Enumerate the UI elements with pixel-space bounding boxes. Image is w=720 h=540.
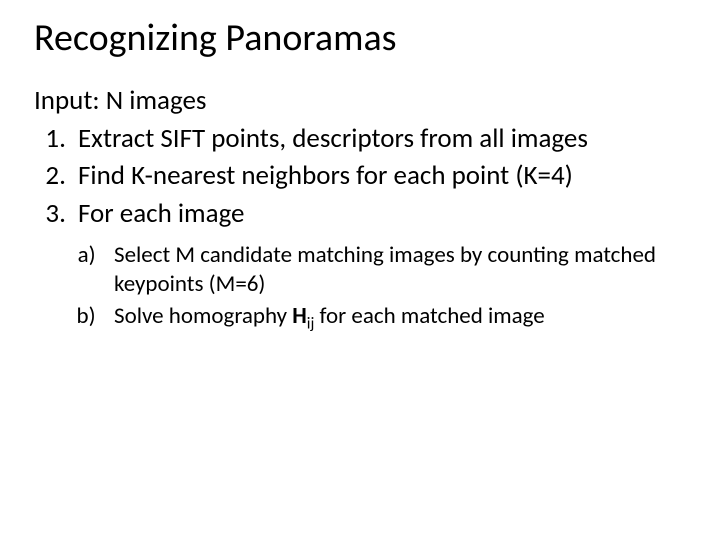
slide: Recognizing Panoramas Input: N images Ex… <box>0 0 720 540</box>
sub-steps-list: Select M candidate matching images by co… <box>34 241 686 331</box>
slide-title: Recognizing Panoramas <box>34 18 686 60</box>
substep-b: Solve homography Hij for each matched im… <box>106 302 686 331</box>
main-steps-list: Extract SIFT points, descriptors from al… <box>34 122 686 231</box>
input-line: Input: N images <box>34 84 686 118</box>
step-2: Find K-nearest neighbors for each point … <box>72 159 686 193</box>
step-1: Extract SIFT points, descriptors from al… <box>72 122 686 156</box>
substep-b-H: H <box>292 302 307 330</box>
substep-b-post: for each matched image <box>314 302 544 330</box>
substep-a: Select M candidate matching images by co… <box>106 241 686 299</box>
slide-body: Input: N images Extract SIFT points, des… <box>34 84 686 331</box>
substep-b-pre: Solve homography <box>114 302 292 330</box>
step-3: For each image <box>72 197 686 231</box>
